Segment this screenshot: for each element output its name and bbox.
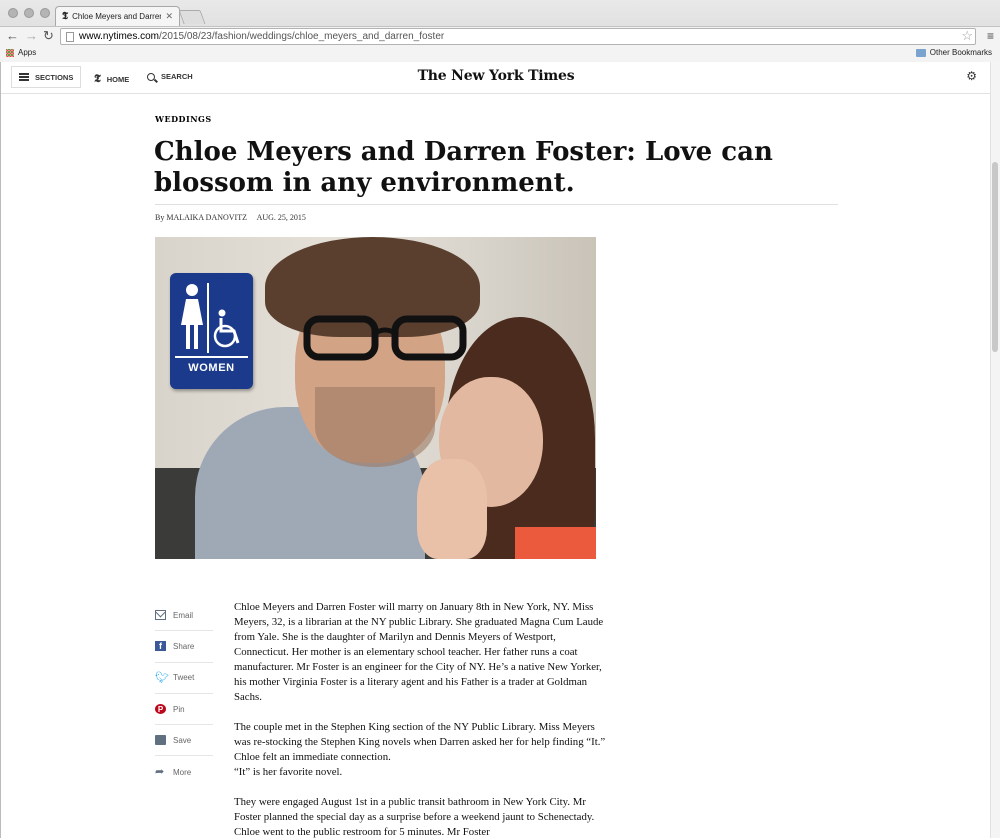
address-bar[interactable]: www.nytimes.com/2015/08/23/fashion/weddi…: [60, 28, 976, 45]
author[interactable]: By MALAIKA DANOVITZ: [155, 213, 247, 222]
url-path: /2015/08/23/fashion/weddings/chloe_meyer…: [159, 31, 445, 42]
share-save-button[interactable]: Save: [155, 725, 213, 757]
other-bookmarks-label: Other Bookmarks: [929, 48, 992, 57]
browser-chrome: 𝕿 Chloe Meyers and Darren Fo ✕ ← → ↻ www…: [0, 0, 1000, 62]
glasses-icon: [303, 315, 467, 361]
share-facebook-button[interactable]: f Share: [155, 631, 213, 663]
paragraph: The couple met in the Stephen King secti…: [234, 721, 606, 763]
gear-icon[interactable]: ⚙: [966, 69, 977, 83]
byline: By MALAIKA DANOVITZ AUG. 25, 2015: [155, 213, 314, 222]
twitter-icon: 🐦︎: [155, 671, 169, 684]
share-label: Pin: [173, 704, 185, 714]
share-pinterest-button[interactable]: P Pin: [155, 694, 213, 726]
share-label: Tweet: [173, 673, 195, 683]
apps-label: Apps: [18, 48, 37, 57]
close-window-button[interactable]: [8, 8, 18, 18]
article-photo: WOMEN: [155, 237, 596, 559]
email-icon: [155, 610, 166, 621]
masthead-logo[interactable]: The New York Times: [1, 68, 991, 84]
share-more-button[interactable]: ➦ More: [155, 756, 213, 787]
page-icon: [66, 32, 74, 42]
bookmark-star-icon[interactable]: ☆: [961, 28, 973, 43]
page-scrollbar[interactable]: [990, 62, 1000, 838]
hand-with-ring: [417, 459, 487, 559]
woman-top: [515, 527, 596, 559]
publish-date: AUG. 25, 2015: [256, 213, 306, 222]
apps-bookmark[interactable]: Apps: [6, 48, 36, 57]
share-label: Share: [173, 641, 195, 651]
sign-divider-horizontal: [175, 356, 248, 358]
share-label: Email: [173, 610, 194, 620]
folder-icon: [915, 48, 926, 57]
article-headline: Chloe Meyers and Darren Foster: Love can…: [154, 137, 773, 198]
paragraph: Chloe Meyers and Darren Foster will marr…: [234, 601, 604, 703]
more-arrow-icon: ➦: [155, 766, 165, 779]
minimize-window-button[interactable]: [24, 8, 34, 18]
back-arrow-icon[interactable]: ←: [6, 29, 19, 43]
share-twitter-button[interactable]: 🐦︎ Tweet: [155, 663, 213, 694]
save-icon: [155, 735, 166, 746]
scrollbar-thumb[interactable]: [992, 162, 998, 352]
woman-figure-icon: [181, 284, 203, 349]
bookmarks-bar: Apps Other Bookmarks: [0, 46, 1000, 62]
nyt-favicon-icon: 𝕿: [62, 11, 69, 22]
section-kicker[interactable]: WEDDINGS: [155, 114, 212, 124]
apps-grid-icon: [6, 48, 14, 57]
nyt-top-bar: SECTIONS 𝕿 HOME SEARCH The New York Time…: [1, 62, 991, 94]
share-tools: Email f Share 🐦︎ Tweet P Pin Save ➦ More: [155, 600, 213, 788]
window-controls: [8, 8, 50, 18]
sign-divider-vertical: [207, 283, 209, 353]
sign-label: WOMEN: [188, 362, 235, 374]
close-tab-icon[interactable]: ✕: [165, 11, 173, 22]
browser-tab[interactable]: 𝕿 Chloe Meyers and Darren Fo ✕: [55, 6, 180, 26]
web-page: SECTIONS 𝕿 HOME SEARCH The New York Time…: [0, 62, 1000, 838]
zoom-window-button[interactable]: [40, 8, 50, 18]
man-beard: [315, 387, 435, 467]
wheelchair-icon: [213, 309, 240, 348]
url-host: www.nytimes.com: [79, 31, 160, 42]
article-body: Chloe Meyers and Darren Foster will marr…: [234, 600, 612, 838]
reload-icon[interactable]: ↻: [43, 29, 54, 43]
share-email-button[interactable]: Email: [155, 600, 213, 632]
facebook-icon: f: [155, 641, 166, 652]
headline-divider: [155, 204, 838, 205]
new-tab-button[interactable]: [178, 10, 206, 24]
forward-arrow-icon[interactable]: →: [25, 29, 38, 43]
browser-menu-icon[interactable]: ≡: [987, 29, 994, 43]
share-label: Save: [173, 735, 192, 745]
pinterest-icon: P: [155, 704, 166, 715]
restroom-sign: WOMEN: [170, 273, 253, 389]
share-label: More: [173, 767, 192, 777]
browser-toolbar: ← → ↻ www.nytimes.com/2015/08/23/fashion…: [0, 26, 1000, 46]
other-bookmarks[interactable]: Other Bookmarks: [915, 48, 992, 57]
paragraph: They were engaged August 1st in a public…: [234, 796, 595, 838]
paragraph: “It” is her favorite novel.: [234, 766, 343, 778]
tab-title: Chloe Meyers and Darren Fo: [72, 12, 162, 21]
